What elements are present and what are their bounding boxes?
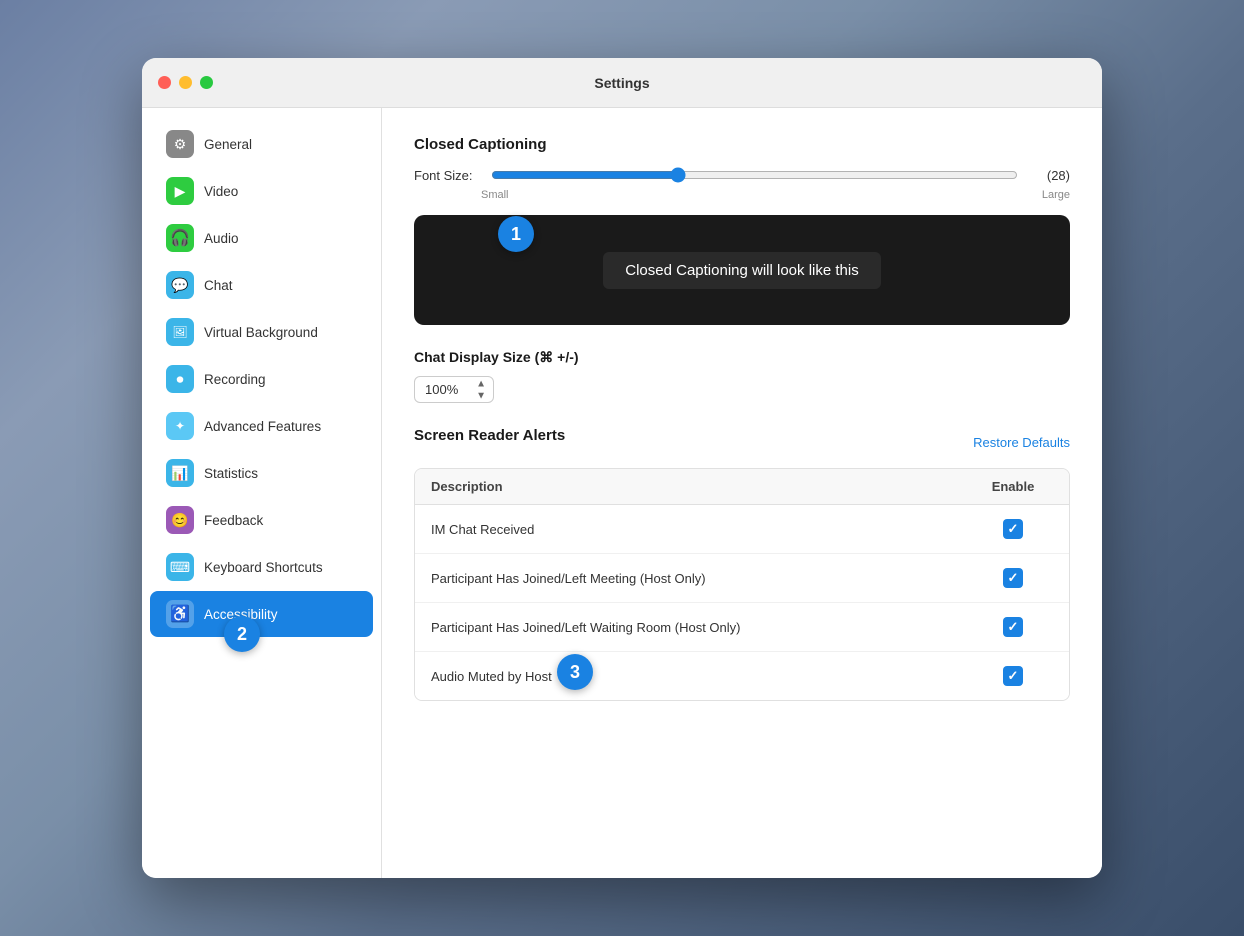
chat-icon: 💬 bbox=[166, 271, 194, 299]
keyboard-shortcuts-icon: ⌨ bbox=[166, 553, 194, 581]
table-row: IM Chat Received bbox=[415, 505, 1069, 554]
checkbox-0[interactable] bbox=[1003, 519, 1023, 539]
screen-reader-alerts-title: Screen Reader Alerts bbox=[414, 427, 565, 444]
main-content: Closed Captioning Font Size: (28) Small … bbox=[382, 108, 1102, 878]
step-badge-2: 2 bbox=[224, 616, 260, 652]
statistics-icon: 📊 bbox=[166, 459, 194, 487]
sidebar-label-audio: Audio bbox=[204, 231, 239, 246]
screen-reader-header: Screen Reader Alerts Restore Defaults bbox=[414, 427, 1070, 458]
screen-reader-alerts-section: Screen Reader Alerts Restore Defaults De… bbox=[414, 427, 1070, 701]
row-description-0: IM Chat Received bbox=[431, 522, 973, 537]
sidebar-label-feedback: Feedback bbox=[204, 513, 263, 528]
sidebar-label-general: General bbox=[204, 137, 252, 152]
video-icon: ▶ bbox=[166, 177, 194, 205]
accessibility-icon: ♿ bbox=[166, 600, 194, 628]
table-row: Participant Has Joined/Left Waiting Room… bbox=[415, 603, 1069, 652]
col-description-header: Description bbox=[431, 479, 973, 494]
sidebar-label-virtual-background: Virtual Background bbox=[204, 325, 318, 340]
closed-captioning-title: Closed Captioning bbox=[414, 136, 1070, 153]
row-enable-1 bbox=[973, 568, 1053, 588]
slider-min-label: Small bbox=[481, 189, 509, 201]
row-description-3: Audio Muted by Host bbox=[431, 669, 973, 684]
checkbox-3[interactable] bbox=[1003, 666, 1023, 686]
sidebar-label-video: Video bbox=[204, 184, 238, 199]
sidebar-item-keyboard-shortcuts[interactable]: ⌨ Keyboard Shortcuts bbox=[150, 544, 373, 590]
advanced-features-icon: ✦ bbox=[166, 412, 194, 440]
sidebar-item-audio[interactable]: 🎧 Audio bbox=[150, 215, 373, 261]
table-row: Audio Muted by Host bbox=[415, 652, 1069, 700]
step-badge-1: 1 bbox=[498, 216, 534, 252]
slider-container bbox=[491, 167, 1018, 183]
sidebar-label-advanced-features: Advanced Features bbox=[204, 419, 321, 434]
sidebar-item-feedback[interactable]: 😊 Feedback bbox=[150, 497, 373, 543]
close-button[interactable] bbox=[158, 76, 171, 89]
table-row: Participant Has Joined/Left Meeting (Hos… bbox=[415, 554, 1069, 603]
caption-preview-text: Closed Captioning will look like this bbox=[603, 252, 880, 289]
slider-labels: Small Large bbox=[414, 189, 1070, 201]
general-icon: ⚙ bbox=[166, 130, 194, 158]
chat-display-select-wrapper: 75% 100% 125% 150% ▲ ▼ bbox=[414, 376, 494, 403]
font-size-label: Font Size: bbox=[414, 168, 479, 183]
checkbox-2[interactable] bbox=[1003, 617, 1023, 637]
sidebar-label-recording: Recording bbox=[204, 372, 266, 387]
sidebar-item-recording[interactable]: ⏺ Recording bbox=[150, 356, 373, 402]
sidebar: ⚙ General ▶ Video 🎧 Audio 💬 Chat 🖼 Virtu… bbox=[142, 108, 382, 878]
font-size-value: (28) bbox=[1030, 168, 1070, 183]
minimize-button[interactable] bbox=[179, 76, 192, 89]
sidebar-item-general[interactable]: ⚙ General bbox=[150, 121, 373, 167]
step-badge-3: 3 bbox=[557, 654, 593, 690]
recording-icon: ⏺ bbox=[166, 365, 194, 393]
sidebar-item-accessibility[interactable]: ♿ Accessibility bbox=[150, 591, 373, 637]
feedback-icon: 😊 bbox=[166, 506, 194, 534]
audio-icon: 🎧 bbox=[166, 224, 194, 252]
window-title: Settings bbox=[594, 75, 649, 91]
row-enable-0 bbox=[973, 519, 1053, 539]
alerts-table: Description Enable IM Chat Received Part… bbox=[414, 468, 1070, 701]
sidebar-item-advanced-features[interactable]: ✦ Advanced Features bbox=[150, 403, 373, 449]
col-enable-header: Enable bbox=[973, 479, 1053, 494]
traffic-lights bbox=[158, 76, 213, 89]
slider-max-label: Large bbox=[1042, 189, 1070, 201]
sidebar-item-video[interactable]: ▶ Video bbox=[150, 168, 373, 214]
table-body: IM Chat Received Participant Has Joined/… bbox=[415, 505, 1069, 700]
sidebar-item-statistics[interactable]: 📊 Statistics bbox=[150, 450, 373, 496]
font-size-row: Font Size: (28) bbox=[414, 167, 1070, 183]
sidebar-label-chat: Chat bbox=[204, 278, 233, 293]
sidebar-label-keyboard-shortcuts: Keyboard Shortcuts bbox=[204, 560, 323, 575]
chat-display-section: Chat Display Size (⌘ +/-) 75% 100% 125% … bbox=[414, 349, 1070, 403]
checkbox-1[interactable] bbox=[1003, 568, 1023, 588]
row-description-1: Participant Has Joined/Left Meeting (Hos… bbox=[431, 571, 973, 586]
title-bar: Settings bbox=[142, 58, 1102, 108]
sidebar-label-statistics: Statistics bbox=[204, 466, 258, 481]
content-area: ⚙ General ▶ Video 🎧 Audio 💬 Chat 🖼 Virtu… bbox=[142, 108, 1102, 878]
table-header: Description Enable bbox=[415, 469, 1069, 505]
virtual-background-icon: 🖼 bbox=[166, 318, 194, 346]
sidebar-item-virtual-background[interactable]: 🖼 Virtual Background bbox=[150, 309, 373, 355]
sidebar-item-chat[interactable]: 💬 Chat bbox=[150, 262, 373, 308]
chat-display-title: Chat Display Size (⌘ +/-) bbox=[414, 349, 1070, 366]
row-description-2: Participant Has Joined/Left Waiting Room… bbox=[431, 620, 973, 635]
row-enable-3 bbox=[973, 666, 1053, 686]
maximize-button[interactable] bbox=[200, 76, 213, 89]
restore-defaults-link[interactable]: Restore Defaults bbox=[973, 435, 1070, 450]
row-enable-2 bbox=[973, 617, 1053, 637]
font-size-slider[interactable] bbox=[491, 167, 1018, 183]
settings-window: Settings ⚙ General ▶ Video 🎧 Audio 💬 Cha… bbox=[142, 58, 1102, 878]
chat-display-select[interactable]: 75% 100% 125% 150% bbox=[414, 376, 494, 403]
